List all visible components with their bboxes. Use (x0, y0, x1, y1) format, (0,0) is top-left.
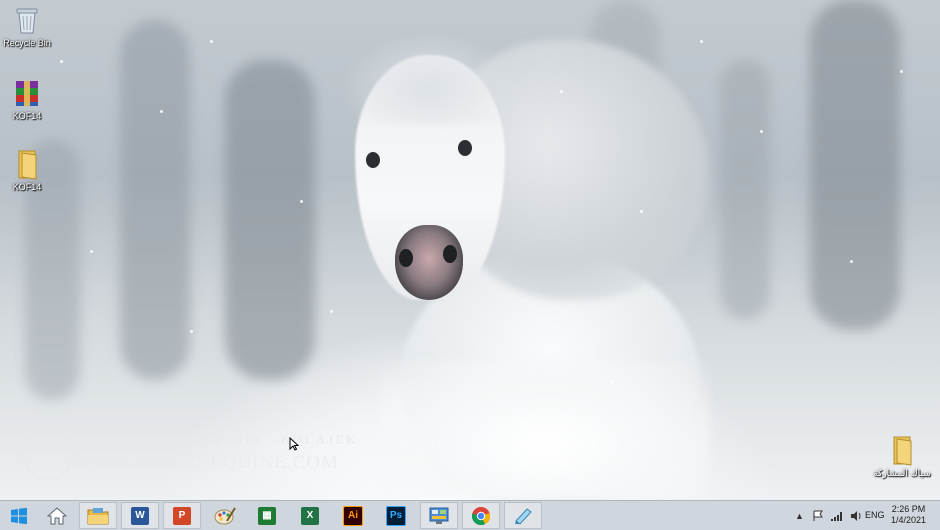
network-signal-icon[interactable] (830, 510, 844, 522)
desktop-icon-kof14-archive[interactable]: KOF14 (0, 77, 54, 121)
photoshop-icon: Ps (386, 505, 406, 526)
mouse-pointer-icon (289, 437, 299, 451)
show-hidden-icons-icon[interactable]: ▲ (795, 511, 804, 521)
windows-logo-icon (11, 507, 27, 524)
folder-icon (11, 148, 43, 180)
taskbar-chrome-button[interactable] (462, 502, 500, 529)
control-panel-icon (429, 507, 449, 524)
desktop-icon-recycle-bin[interactable]: Recycle Bin (0, 4, 54, 48)
spreadsheet-icon: ▦ (258, 506, 276, 525)
taskbar: W P ▦ X Ai Ps ▲ ENG 2:26 PM 1/4/2021 (0, 500, 940, 530)
taskbar-file-explorer-button[interactable] (79, 502, 117, 529)
language-indicator[interactable]: ENG (865, 510, 885, 520)
taskbar-spreadsheet-button[interactable]: ▦ (248, 502, 286, 529)
desktop-icon-label: KOF14 (12, 182, 42, 192)
desktop-icon-shared-folder[interactable]: سياك المشاركة (872, 434, 932, 479)
taskbar-home-button[interactable] (38, 502, 76, 529)
desktop-wallpaper[interactable]: KATARZYNA OKRZESIK - KOLAJEK WWW.PHOTO-E… (0, 0, 940, 500)
volume-icon[interactable] (850, 510, 863, 522)
taskbar-word-button[interactable]: W (121, 502, 159, 529)
paint-palette-icon (214, 506, 236, 524)
action-center-flag-icon[interactable] (812, 510, 824, 522)
horse-muzzle (395, 225, 463, 300)
taskbar-excel-button[interactable]: X (291, 502, 329, 529)
taskbar-powerpoint-button[interactable]: P (163, 502, 201, 529)
notepad-icon (515, 507, 532, 525)
illustrator-icon: Ai (343, 505, 363, 526)
horse-eye (366, 152, 380, 168)
desktop-icon-label: Recycle Bin (3, 38, 51, 48)
clock-time: 2:26 PM (891, 504, 926, 514)
start-button[interactable] (0, 502, 38, 529)
winrar-archive-icon (11, 77, 43, 109)
watermark-author: KATARZYNA OKRZESIK - KOLAJEK (74, 432, 359, 447)
horse-logo-icon (22, 428, 74, 480)
word-icon: W (131, 506, 149, 525)
system-tray: ▲ (795, 501, 863, 530)
home-icon (47, 506, 67, 524)
taskbar-photoshop-button[interactable]: Ps (377, 502, 415, 529)
folder-icon (886, 434, 918, 466)
desktop-icon-label: سياك المشاركة (873, 468, 931, 478)
excel-icon: X (301, 506, 319, 525)
horse-eye (458, 140, 472, 156)
powerpoint-icon: P (173, 506, 191, 525)
snow-spray (380, 360, 710, 500)
recycle-bin-icon (11, 4, 43, 36)
clock-date: 1/4/2021 (890, 515, 926, 525)
desktop-icon-kof14-folder[interactable]: KOF14 (0, 148, 54, 192)
watermark-url: WWW.PHOTO-EQUINE.COM (74, 452, 339, 473)
taskbar-notes-button[interactable] (504, 502, 542, 529)
taskbar-illustrator-button[interactable]: Ai (334, 502, 372, 529)
folder-icon (87, 507, 109, 524)
taskbar-paint-button[interactable] (206, 502, 244, 529)
chrome-icon (471, 506, 491, 525)
desktop-icon-label: KOF14 (12, 111, 42, 121)
taskbar-control-panel-button[interactable] (420, 502, 458, 529)
taskbar-clock[interactable]: 2:26 PM 1/4/2021 (891, 504, 926, 526)
